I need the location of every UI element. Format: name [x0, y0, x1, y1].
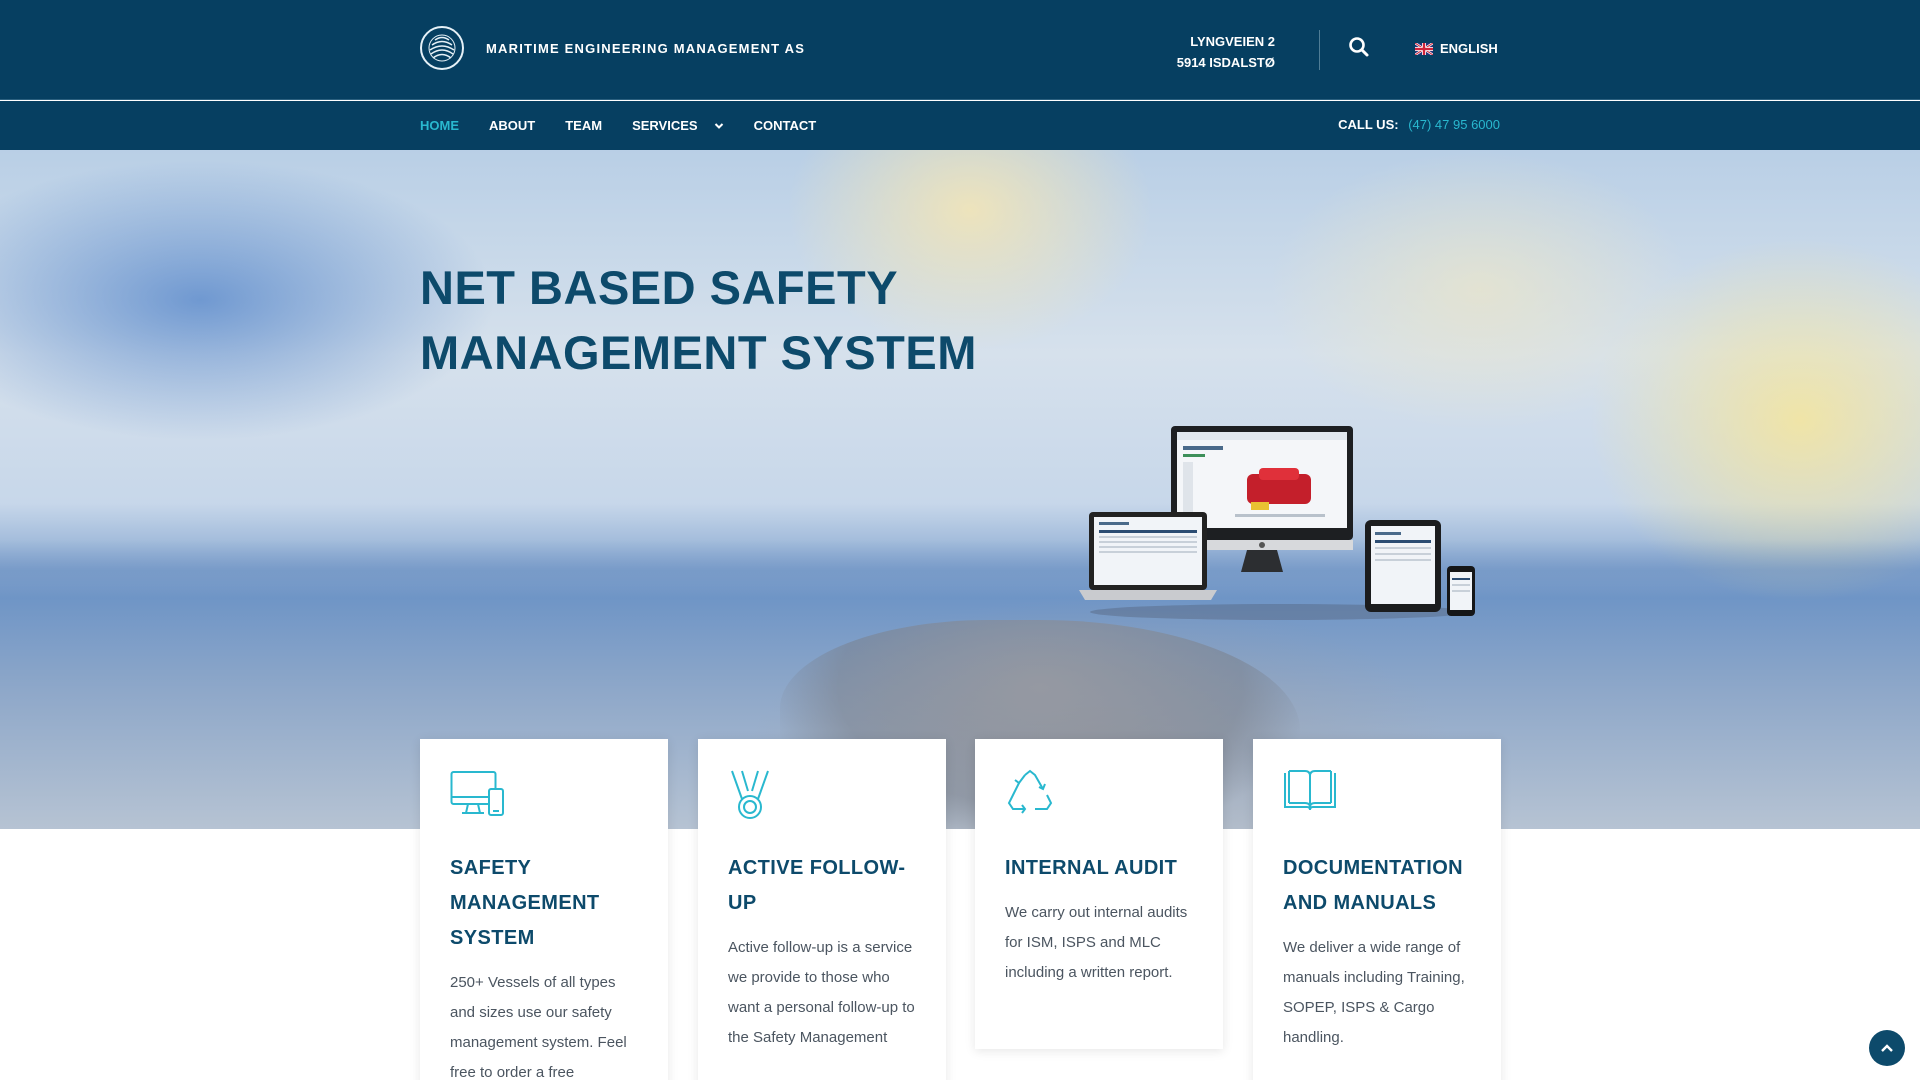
company-logo[interactable]: MARITIME ENGINEERING MANAGEMENT AS [420, 26, 805, 70]
language-label: ENGLISH [1440, 41, 1498, 56]
card-title: SAFETY MANAGEMENT SYSTEM [450, 857, 600, 949]
card-text: We deliver a wide range of manuals inclu… [1283, 939, 1465, 1046]
top-header: MARITIME ENGINEERING MANAGEMENT AS LYNGV… [0, 0, 1920, 100]
address-line1: LYNGVEIEN 2 [1190, 34, 1275, 49]
book-icon [1284, 770, 1336, 811]
card-title: DOCUMENTATION AND MANUALS [1283, 857, 1463, 914]
search-button[interactable] [1348, 36, 1372, 62]
call-us-label: CALL US: [1338, 117, 1399, 132]
nav-services-label: SERVICES [632, 118, 698, 133]
hero-banner: NET BASED SAFETY MANAGEMENT SYSTEM [0, 150, 1920, 829]
chevron-down-icon [714, 122, 723, 129]
card-title: ACTIVE FOLLOW-UP [728, 857, 906, 914]
globe-logo-icon [420, 26, 464, 70]
card-text: 250+ Vessels of all types and sizes use … [450, 974, 627, 1080]
card-title: INTERNAL AUDIT [1005, 857, 1178, 879]
hero-horizon [0, 540, 1920, 600]
nav-home[interactable]: HOME [420, 118, 459, 133]
company-name: MARITIME ENGINEERING MANAGEMENT AS [486, 40, 806, 56]
phone-link[interactable]: (47) 47 95 6000 [1408, 117, 1500, 132]
recycle-icon [1007, 769, 1053, 814]
main-nav: HOME ABOUT TEAM SERVICES CONTACT CALL US… [0, 101, 1920, 150]
service-card-safety[interactable]: SAFETY MANAGEMENT SYSTEM 250+ Vessels of… [420, 739, 668, 1080]
service-card-documentation[interactable]: DOCUMENTATION AND MANUALS We deliver a w… [1253, 739, 1501, 1080]
medal-icon [731, 770, 769, 819]
address: LYNGVEIEN 2 5914 ISDALSTØ [1177, 31, 1275, 73]
chevron-up-icon [1881, 1044, 1893, 1052]
nav-services[interactable]: SERVICES [632, 118, 724, 133]
address-line2: 5914 ISDALSTØ [1176, 55, 1275, 70]
nav-contact[interactable]: CONTACT [754, 118, 817, 133]
header-divider [1319, 30, 1320, 70]
hero-title: NET BASED SAFETY MANAGEMENT SYSTEM [420, 261, 977, 379]
scroll-top-button[interactable] [1869, 1030, 1905, 1066]
card-text: Active follow-up is a service we provide… [728, 939, 915, 1046]
devices-illustration [1079, 426, 1475, 620]
card-text: We carry out internal audits for ISM, IS… [1005, 904, 1188, 981]
search-icon [1349, 37, 1369, 57]
nav-about[interactable]: ABOUT [489, 118, 535, 133]
uk-flag-icon [1415, 42, 1433, 55]
language-selector[interactable]: ENGLISH [1415, 41, 1498, 56]
monitor-devices-icon [450, 771, 504, 816]
service-card-followup[interactable]: ACTIVE FOLLOW-UP Active follow-up is a s… [698, 739, 946, 1080]
call-us: CALL US: (47) 47 95 6000 [1338, 117, 1500, 132]
nav-team[interactable]: TEAM [565, 118, 602, 133]
service-card-audit[interactable]: INTERNAL AUDIT We carry out internal aud… [975, 739, 1223, 1049]
